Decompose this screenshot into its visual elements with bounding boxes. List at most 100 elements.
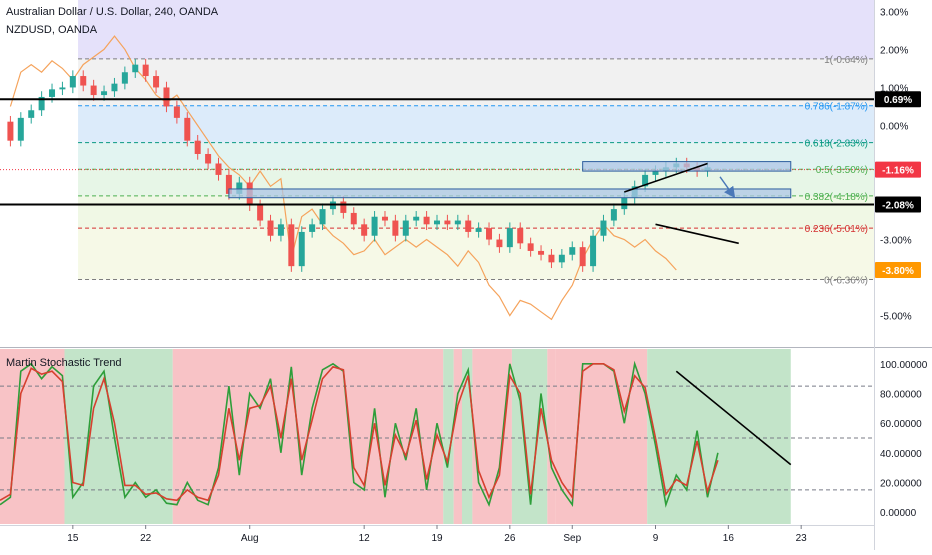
candle-body	[194, 140, 201, 154]
candle-body	[444, 220, 451, 225]
candle-body	[132, 64, 139, 73]
indicator-zone-red	[472, 349, 512, 524]
candle-body	[69, 76, 76, 88]
indicator-axis-tick: 40.00000	[880, 449, 922, 460]
time-axis-tick: 9	[653, 533, 659, 544]
candle-body	[423, 216, 430, 225]
fib-level-label: 0.382(-4.18%)	[805, 192, 868, 203]
candle-body	[277, 224, 284, 236]
indicator-axis-tick: 100.00000	[880, 360, 928, 371]
candle-body	[538, 250, 545, 255]
candle-body	[7, 121, 14, 141]
fib-level-label: 0.236(-5.01%)	[805, 224, 868, 235]
candle-body	[434, 220, 440, 225]
candle-body	[475, 228, 482, 232]
fib-level-label: 0.618(-2.83%)	[805, 139, 868, 150]
candle-body	[163, 87, 170, 107]
candle-body	[111, 83, 118, 92]
chart-title: Australian Dollar / U.S. Dollar, 240, OA…	[6, 6, 219, 18]
price-axis-tick: 0.00%	[880, 121, 908, 132]
indicator-axis-tick: 0.00000	[880, 508, 917, 519]
time-axis-tick: 16	[723, 533, 735, 544]
fib-level-label: 1(-0.64%)	[824, 55, 868, 66]
fib-level-label: 0(-6.36%)	[824, 275, 868, 286]
fib-level-label: 0.5(-3.50%)	[816, 165, 868, 176]
time-axis-tick: 12	[359, 533, 371, 544]
candle-body	[59, 87, 66, 90]
candle-body	[80, 76, 87, 86]
candle-body	[465, 220, 472, 232]
indicator-zone-green	[461, 349, 473, 524]
chart-root: 1(-0.64%) 0.786(-1.87%) 0.618(-2.83%) 0.5(-…	[0, 0, 932, 550]
candle-body	[486, 228, 493, 240]
horizontal-level-label: -2.08%	[882, 201, 914, 212]
candle-body	[413, 216, 420, 221]
candle-body	[90, 85, 97, 96]
candle-body	[496, 239, 503, 248]
fib-band	[78, 195, 875, 229]
candle-body	[267, 220, 274, 236]
indicator-axis-tick: 80.00000	[880, 389, 922, 400]
time-axis-tick: 15	[67, 533, 79, 544]
candle-body	[652, 171, 659, 175]
chart-canvas[interactable]: 1(-0.64%) 0.786(-1.87%) 0.618(-2.83%) 0.5(-…	[0, 0, 932, 550]
candle-body	[49, 89, 56, 97]
indicator-zone-green	[64, 349, 173, 524]
price-axis-tick: 2.00%	[880, 45, 908, 56]
candle-body	[454, 220, 461, 225]
fib-level-label: 0.786(-1.87%)	[805, 102, 868, 113]
candle-body	[257, 205, 264, 221]
compare-symbol: NZDUSD, OANDA	[6, 24, 98, 36]
price-axis-tick: -3.00%	[880, 236, 912, 247]
price-label: -1.16%	[882, 166, 914, 177]
support-resistance-zone	[228, 188, 792, 199]
candle-body	[101, 91, 108, 96]
time-axis-tick: 22	[140, 533, 152, 544]
candle-body	[142, 64, 149, 77]
candle-body	[610, 209, 617, 221]
candle-body	[517, 228, 524, 244]
candle-body	[371, 216, 378, 236]
candle-body	[205, 153, 212, 164]
candle-body	[28, 110, 35, 118]
candle-body	[361, 224, 368, 236]
time-axis-tick: 23	[796, 533, 808, 544]
indicator-title: Martin Stochastic Trend	[6, 357, 122, 369]
candle-body	[173, 106, 180, 118]
candle-body	[621, 197, 628, 210]
fib-band	[78, 228, 875, 280]
candle-body	[402, 220, 409, 236]
indicator-axis-tick: 60.00000	[880, 419, 922, 430]
candle-body	[590, 235, 597, 267]
time-axis-tick: Sep	[563, 533, 581, 544]
price-axis-tick: -5.00%	[880, 312, 912, 323]
candle-body	[600, 220, 607, 236]
price-axis-tick: 3.00%	[880, 7, 908, 18]
candle-body	[527, 243, 534, 251]
candle-body	[184, 117, 191, 141]
candle-body	[392, 220, 399, 236]
support-resistance-zone	[582, 161, 792, 172]
indicator-zone-red	[453, 349, 462, 524]
candle-body	[215, 163, 222, 175]
time-axis-tick: 26	[504, 533, 516, 544]
candle-body	[309, 224, 316, 232]
time-axis-tick: Aug	[241, 533, 259, 544]
time-axis-tick: 19	[431, 533, 443, 544]
candle-body	[506, 228, 513, 248]
indicator-zone-red	[547, 349, 556, 524]
indicator-axis-tick: 20.00000	[880, 478, 922, 489]
candle-body	[319, 209, 326, 225]
candle-body	[17, 117, 24, 141]
candle-body	[569, 247, 576, 255]
candle-body	[340, 201, 347, 213]
candle-body	[153, 76, 160, 88]
candle-body	[558, 254, 565, 263]
candle-body	[350, 212, 357, 225]
candle-body	[121, 72, 128, 84]
candle-body	[298, 231, 305, 267]
candle-body	[548, 254, 555, 263]
candle-body	[288, 224, 295, 267]
candle-body	[579, 247, 586, 267]
price-label: -3.80%	[882, 266, 914, 277]
